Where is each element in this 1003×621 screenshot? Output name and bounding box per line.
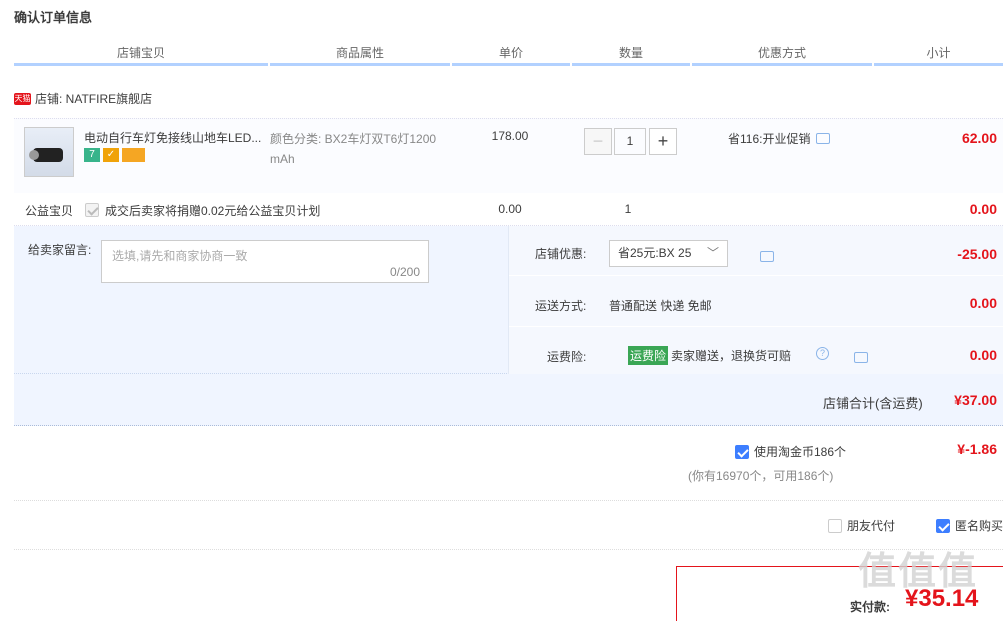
message-char-count: 0/200 <box>389 265 420 279</box>
shipping-amount: 0.00 <box>969 295 997 311</box>
header-attributes: 商品属性 <box>270 44 450 66</box>
attr-line-1: 颜色分类: BX2车灯双T6灯1200 <box>270 132 437 146</box>
product-thumbnail[interactable] <box>24 127 74 177</box>
charity-checkbox <box>85 203 99 217</box>
discount-chat-icon[interactable] <box>760 251 775 262</box>
taobao-coin-label[interactable]: 使用淘金币186个 <box>754 443 846 460</box>
taobao-coin-amount: ¥-1.86 <box>957 441 997 457</box>
friend-pay-checkbox[interactable] <box>828 518 842 533</box>
charity-price: 0.00 <box>498 202 522 216</box>
shipping-value: 普通配送 快递 免邮 <box>609 299 712 313</box>
charity-text: 成交后卖家将捐赠0.02元给公益宝贝计划 <box>105 204 321 218</box>
shipping-row: 运送方式: <box>509 277 1003 327</box>
shop-discount-value: 省25元:BX 25 <box>618 246 692 260</box>
divider-2 <box>14 549 1003 550</box>
anonymous-option: 匿名购买 <box>936 517 1003 534</box>
promotion: 省116:开业促销 <box>728 130 831 147</box>
guarantee-icon[interactable]: ✓ <box>103 148 119 162</box>
header-shop-item: 店铺宝贝 <box>14 44 268 66</box>
attr-line-2: mAh <box>270 152 295 166</box>
item-subtotal: 62.00 <box>961 130 997 146</box>
friend-pay-option: 朋友代付 <box>828 517 895 534</box>
quantity-stepper: − 1 + <box>584 128 677 155</box>
watermark-text: 值值值 <box>858 551 979 593</box>
shop-discount-amount: -25.00 <box>957 246 997 262</box>
shop-name[interactable]: 店铺: NATFIRE旗舰店 <box>35 90 152 107</box>
shipping-label: 运送方式: <box>535 299 587 313</box>
charity-label: 公益宝贝 <box>25 204 74 218</box>
insurance-amount: 0.00 <box>969 347 997 363</box>
divider <box>14 500 1003 501</box>
product-attributes: 颜色分类: BX2车灯双T6灯1200 mAh <box>270 129 460 169</box>
header-subtotal: 小计 <box>874 44 1003 66</box>
seven-day-return-icon[interactable]: 7 <box>84 148 100 162</box>
charity-qty: 1 <box>624 202 632 216</box>
insurance-tag: 运费险 <box>628 346 669 365</box>
shop-discount-select[interactable]: 省25元:BX 25 ﹀ <box>609 240 728 267</box>
header-quantity: 数量 <box>572 44 690 66</box>
page-title: 确认订单信息 <box>14 10 93 25</box>
shop-total-label: 店铺合计(含运费) <box>823 396 923 411</box>
watermark-logo: 值值值 <box>858 540 978 595</box>
taobao-coin-checkbox[interactable] <box>735 444 749 459</box>
insurance-text: 卖家赠送，退换货可赔 <box>671 349 792 363</box>
lens-shape <box>29 150 39 160</box>
qty-minus-button[interactable]: − <box>584 128 612 155</box>
message-textarea[interactable]: 选填,请先和商家协商一致 0/200 <box>101 240 429 283</box>
help-icon[interactable]: ? <box>816 347 829 360</box>
credit-card-icon[interactable] <box>122 148 145 162</box>
message-placeholder: 选填,请先和商家协商一致 <box>112 249 248 263</box>
product-name[interactable]: 电动自行车灯免接线山地车LED... <box>84 129 264 146</box>
service-badges: 7 ✓ <box>84 148 145 162</box>
shop-discount-label: 店铺优惠: <box>535 247 587 261</box>
taobao-coin-note: (你有16970个，可用186个) <box>688 469 834 483</box>
pay-label: 实付款: <box>850 600 890 614</box>
unit-price: 178.00 <box>491 129 529 143</box>
message-label: 给卖家留言: <box>28 243 92 257</box>
charity-subtotal: 0.00 <box>969 201 997 217</box>
insurance-chat-icon[interactable] <box>854 352 869 363</box>
tmall-icon: 天猫 <box>14 92 31 105</box>
anonymous-label[interactable]: 匿名购买 <box>955 517 1003 534</box>
insurance-label: 运费险: <box>547 350 587 364</box>
header-price: 单价 <box>452 44 570 66</box>
header-discount: 优惠方式 <box>692 44 872 66</box>
anonymous-checkbox[interactable] <box>936 518 950 533</box>
promo-text: 省116:开业促销 <box>728 132 811 146</box>
taobao-coin-row: 使用淘金币186个 <box>735 443 846 460</box>
chat-icon[interactable] <box>816 133 831 144</box>
shop-total-amount: ¥37.00 <box>954 392 997 408</box>
qty-plus-button[interactable]: + <box>649 128 677 155</box>
chevron-down-icon: ﹀ <box>706 246 719 260</box>
friend-pay-label[interactable]: 朋友代付 <box>847 517 895 534</box>
shop-line: 天猫 店铺: NATFIRE旗舰店 <box>14 90 152 107</box>
qty-input[interactable]: 1 <box>614 128 646 155</box>
table-header: 店铺宝贝 商品属性 单价 数量 优惠方式 小计 <box>14 44 1003 66</box>
